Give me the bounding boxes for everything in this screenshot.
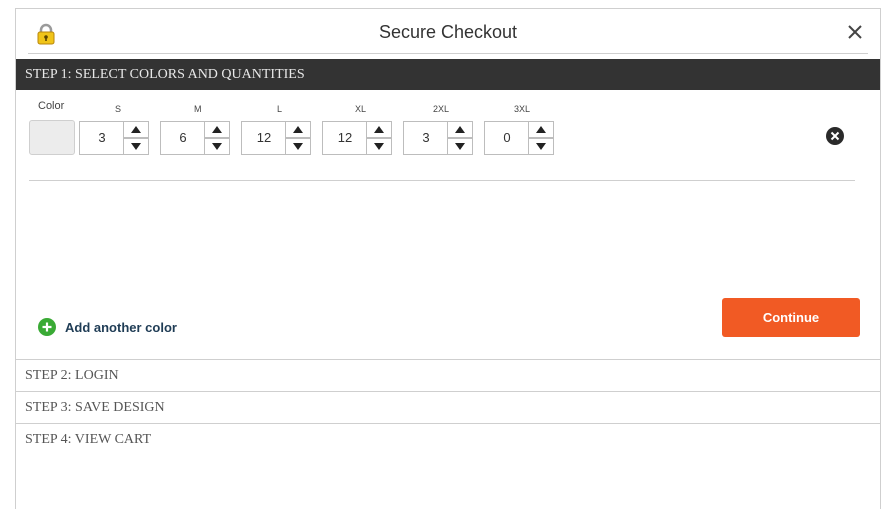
size-label-l: L bbox=[277, 104, 283, 114]
quantity-stepper-xl: 12 bbox=[322, 121, 392, 155]
quantity-input-s[interactable]: 3 bbox=[79, 121, 125, 155]
size-label-3xl: 3XL bbox=[514, 104, 531, 114]
increment-button-3xl[interactable] bbox=[528, 121, 554, 138]
decrement-button-l[interactable] bbox=[285, 138, 311, 155]
chevron-down-icon bbox=[455, 143, 465, 150]
quantity-stepper-2xl: 3 bbox=[403, 121, 473, 155]
step-1-panel: Color S M L XL 2XL 3XL 3 6 12 12 3 0 Add… bbox=[16, 90, 880, 359]
add-color-button[interactable]: Add another color bbox=[38, 318, 177, 336]
increment-button-m[interactable] bbox=[204, 121, 230, 138]
quantity-input-3xl[interactable]: 0 bbox=[484, 121, 530, 155]
size-label-m: M bbox=[194, 104, 202, 114]
step-3-header[interactable]: STEP 3: SAVE DESIGN bbox=[16, 391, 880, 423]
quantity-stepper-s: 3 bbox=[79, 121, 149, 155]
quantity-stepper-m: 6 bbox=[160, 121, 230, 155]
chevron-up-icon bbox=[212, 126, 222, 133]
add-color-label: Add another color bbox=[65, 319, 177, 335]
step-2-header[interactable]: STEP 2: LOGIN bbox=[16, 359, 880, 391]
step-4-header[interactable]: STEP 4: VIEW CART bbox=[16, 423, 880, 455]
quantity-stepper-3xl: 0 bbox=[484, 121, 554, 155]
quantity-input-m[interactable]: 6 bbox=[160, 121, 206, 155]
page-title: Secure Checkout bbox=[378, 22, 518, 42]
chevron-down-icon bbox=[293, 143, 303, 150]
quantity-input-l[interactable]: 12 bbox=[241, 121, 287, 155]
remove-icon[interactable] bbox=[826, 127, 844, 145]
close-icon[interactable] bbox=[846, 23, 864, 41]
decrement-button-xl[interactable] bbox=[366, 138, 392, 155]
color-column-label: Color bbox=[38, 100, 65, 112]
continue-button[interactable]: Continue bbox=[722, 298, 860, 337]
quantity-input-xl[interactable]: 12 bbox=[322, 121, 368, 155]
chevron-up-icon bbox=[374, 126, 384, 133]
color-swatch[interactable] bbox=[29, 120, 75, 155]
decrement-button-3xl[interactable] bbox=[528, 138, 554, 155]
decrement-button-s[interactable] bbox=[123, 138, 149, 155]
chevron-up-icon bbox=[293, 126, 303, 133]
increment-button-l[interactable] bbox=[285, 121, 311, 138]
decrement-button-2xl[interactable] bbox=[447, 138, 473, 155]
chevron-down-icon bbox=[131, 143, 141, 150]
modal-header: Secure Checkout bbox=[16, 9, 880, 59]
size-label-s: S bbox=[115, 104, 122, 114]
increment-button-xl[interactable] bbox=[366, 121, 392, 138]
chevron-down-icon bbox=[374, 143, 384, 150]
checkout-modal: Secure Checkout STEP 1: SELECT COLORS AN… bbox=[15, 8, 881, 509]
chevron-up-icon bbox=[536, 126, 546, 133]
step-1-header[interactable]: STEP 1: SELECT COLORS AND QUANTITIES bbox=[16, 59, 880, 90]
chevron-up-icon bbox=[131, 126, 141, 133]
decrement-button-m[interactable] bbox=[204, 138, 230, 155]
header-divider bbox=[28, 53, 868, 54]
size-label-xl: XL bbox=[355, 104, 367, 114]
chevron-down-icon bbox=[212, 143, 222, 150]
chevron-down-icon bbox=[536, 143, 546, 150]
size-label-2xl: 2XL bbox=[433, 104, 450, 114]
chevron-up-icon bbox=[455, 126, 465, 133]
quantity-input-2xl[interactable]: 3 bbox=[403, 121, 449, 155]
increment-button-2xl[interactable] bbox=[447, 121, 473, 138]
plus-circle-icon bbox=[38, 318, 56, 336]
quantity-stepper-l: 12 bbox=[241, 121, 311, 155]
row-divider bbox=[29, 180, 855, 181]
increment-button-s[interactable] bbox=[123, 121, 149, 138]
